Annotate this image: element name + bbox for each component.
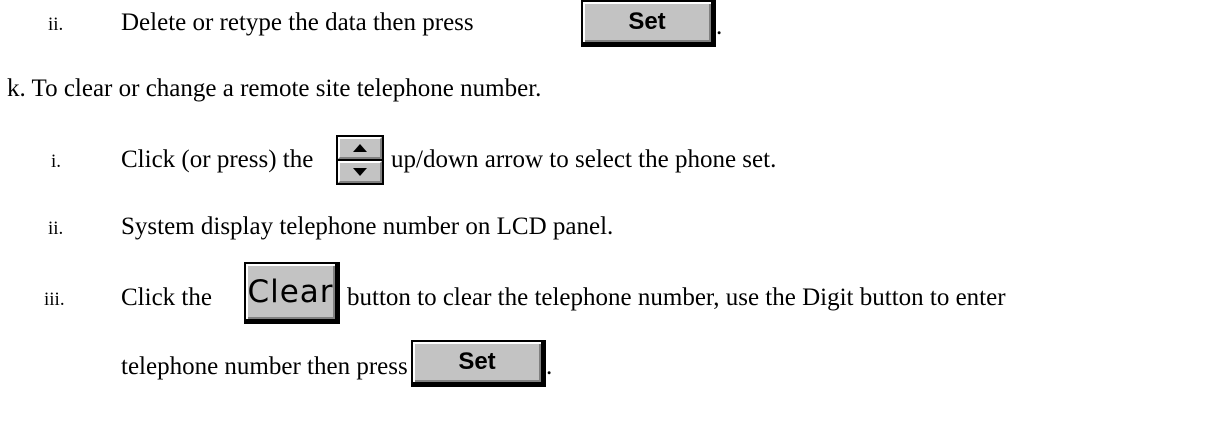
step-text: telephone number then press: [121, 353, 408, 380]
set-button-label: Set: [458, 348, 496, 375]
set-button[interactable]: Set: [581, 0, 716, 47]
step-numeral: iii.: [44, 289, 65, 310]
step-text: Click (or press) the: [121, 146, 314, 173]
step-numeral: i.: [51, 151, 62, 172]
set-button-label: Set: [628, 8, 666, 35]
arrow-up-icon: [353, 144, 367, 152]
section-heading: k. To clear or change a remote site tele…: [7, 75, 542, 102]
step-text: button to clear the telephone number, us…: [347, 284, 1006, 311]
clear-button-label: Clear: [247, 273, 334, 310]
up-down-spinner[interactable]: [336, 135, 384, 185]
step-text: up/down arrow to select the phone set.: [391, 146, 777, 173]
set-button[interactable]: Set: [411, 340, 546, 387]
step-numeral: ii.: [48, 218, 64, 239]
step-text: Click the: [121, 284, 212, 311]
clear-button[interactable]: Clear: [244, 262, 340, 324]
down-arrow-button[interactable]: [338, 161, 382, 183]
up-arrow-button[interactable]: [338, 137, 382, 159]
step-text: Delete or retype the data then press: [121, 9, 474, 36]
period: .: [716, 13, 723, 40]
arrow-down-icon: [353, 168, 367, 176]
step-numeral: ii.: [48, 14, 64, 35]
period: .: [546, 353, 553, 380]
step-text: System display telephone number on LCD p…: [121, 213, 614, 240]
